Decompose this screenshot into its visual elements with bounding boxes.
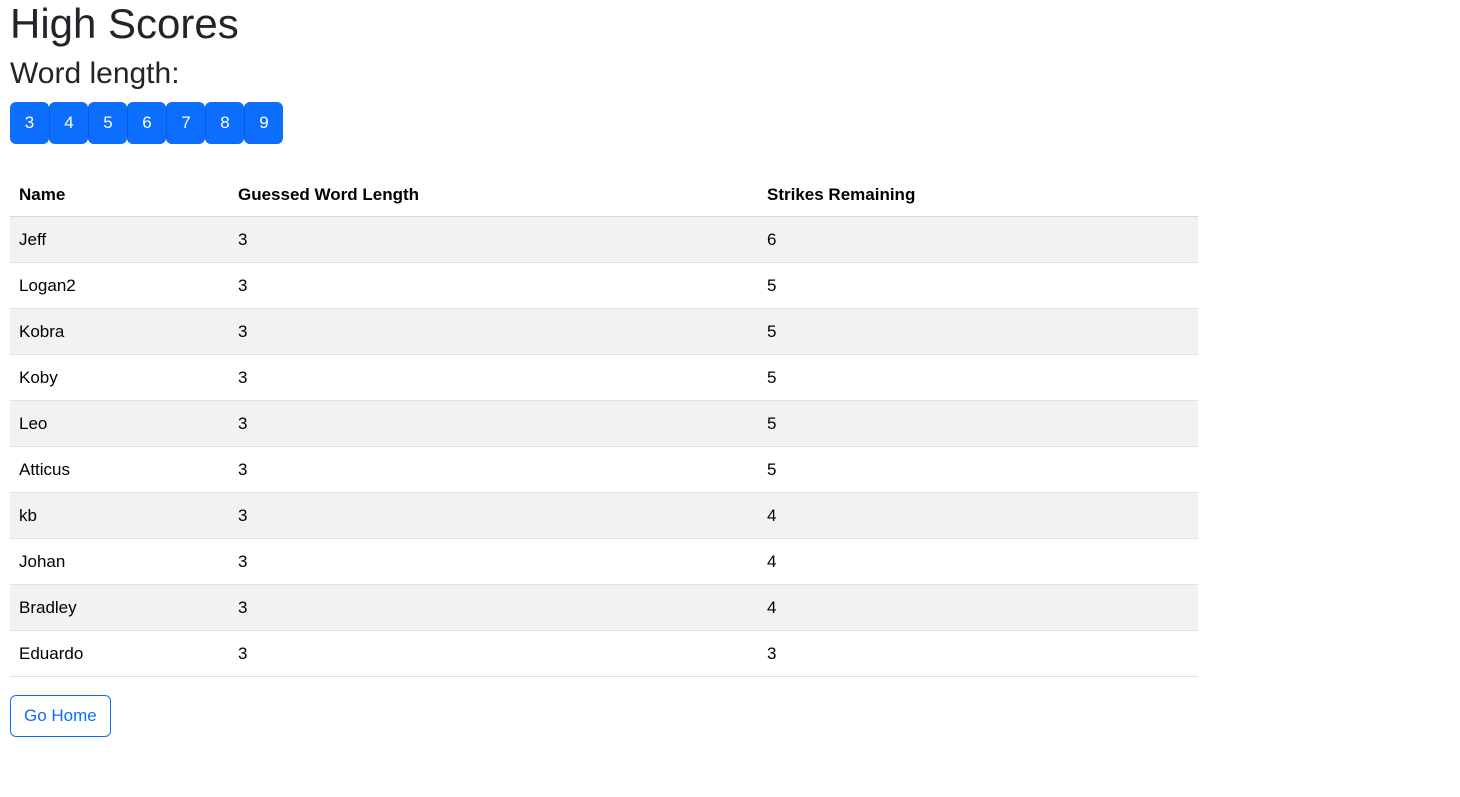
cell-name: Eduardo [10,630,229,677]
cell-word-length: 3 [229,216,758,263]
word-length-8-button[interactable]: 8 [205,102,244,144]
cell-strikes-remaining: 3 [758,630,1198,677]
cell-word-length: 3 [229,308,758,355]
cell-name: Jeff [10,216,229,263]
cell-name: Koby [10,354,229,401]
cell-word-length: 3 [229,400,758,447]
word-length-9-button[interactable]: 9 [244,102,283,144]
cell-word-length: 3 [229,492,758,539]
cell-name: Leo [10,400,229,447]
word-length-5-button[interactable]: 5 [88,102,127,144]
cell-word-length: 3 [229,630,758,677]
high-scores-table: Name Guessed Word Length Strikes Remaini… [10,174,1198,677]
cell-strikes-remaining: 4 [758,538,1198,585]
column-header-guessed-word-length: Guessed Word Length [229,174,758,217]
cell-strikes-remaining: 5 [758,354,1198,401]
word-length-7-button[interactable]: 7 [166,102,205,144]
cell-word-length: 3 [229,262,758,309]
cell-name: Bradley [10,584,229,631]
table-row: Kobra 3 5 [10,308,1198,355]
word-length-6-button[interactable]: 6 [127,102,166,144]
cell-name: Kobra [10,308,229,355]
table-row: Jeff 3 6 [10,216,1198,263]
cell-strikes-remaining: 5 [758,400,1198,447]
word-length-4-button[interactable]: 4 [49,102,88,144]
table-row: Johan 3 4 [10,538,1198,585]
page-title: High Scores [10,0,239,47]
cell-strikes-remaining: 5 [758,446,1198,493]
table-row: Eduardo 3 3 [10,630,1198,677]
cell-strikes-remaining: 5 [758,308,1198,355]
go-home-button[interactable]: Go Home [10,695,111,737]
table-row: Koby 3 5 [10,354,1198,401]
table-row: Logan2 3 5 [10,262,1198,309]
cell-strikes-remaining: 4 [758,584,1198,631]
cell-strikes-remaining: 6 [758,216,1198,263]
cell-name: Johan [10,538,229,585]
table-row: Bradley 3 4 [10,584,1198,631]
cell-name: kb [10,492,229,539]
table-row: Atticus 3 5 [10,446,1198,493]
cell-strikes-remaining: 5 [758,262,1198,309]
cell-word-length: 3 [229,446,758,493]
high-scores-page: High Scores Word length: 3 4 5 6 7 8 9 N… [0,0,1460,737]
table-row: kb 3 4 [10,492,1198,539]
column-header-strikes-remaining: Strikes Remaining [758,174,1198,217]
cell-name: Logan2 [10,262,229,309]
table-header-row: Name Guessed Word Length Strikes Remaini… [10,174,1198,217]
cell-word-length: 3 [229,354,758,401]
word-length-heading: Word length: [10,57,180,90]
word-length-3-button[interactable]: 3 [10,102,49,144]
cell-word-length: 3 [229,538,758,585]
cell-strikes-remaining: 4 [758,492,1198,539]
table-row: Leo 3 5 [10,400,1198,447]
word-length-button-group: 3 4 5 6 7 8 9 [10,102,1450,144]
cell-word-length: 3 [229,584,758,631]
cell-name: Atticus [10,446,229,493]
column-header-name: Name [10,174,229,217]
